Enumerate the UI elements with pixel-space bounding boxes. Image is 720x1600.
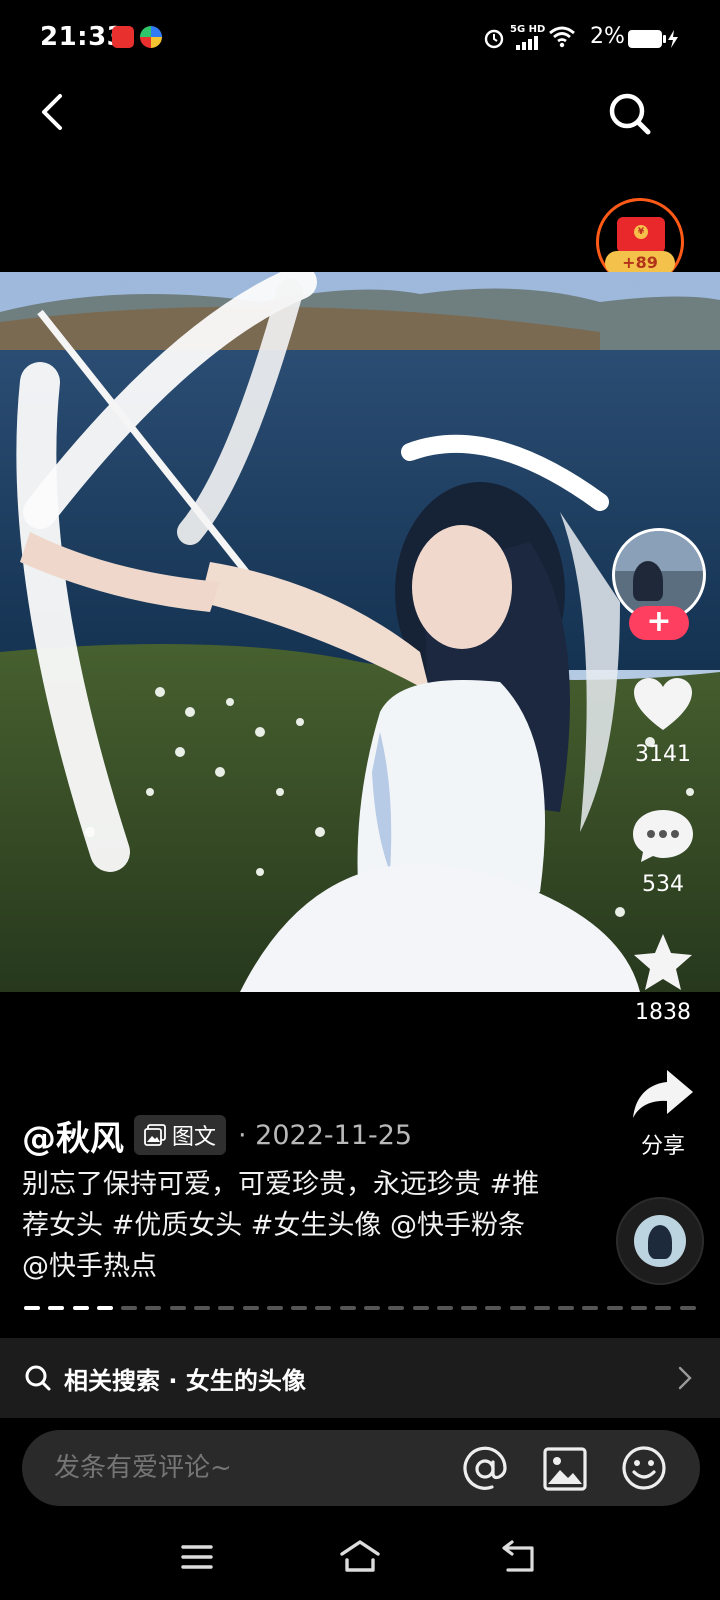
page-indicator-segment [388, 1306, 405, 1310]
page-indicator-segment [558, 1306, 575, 1310]
post-caption[interactable]: 别忘了保持可爱，可爱珍贵，永远珍贵 #推荐女头 #优质女头 #女生头像 @快手粉… [22, 1164, 542, 1287]
related-search-text: 相关搜索 · 女生的头像 [64, 1366, 306, 1395]
page-indicator-segment [509, 1306, 526, 1310]
page-indicator-segment [461, 1306, 478, 1310]
page-indicator-segment [193, 1306, 210, 1310]
notification-app-icon [112, 26, 134, 48]
share-arrow-icon [633, 1070, 693, 1118]
page-indicator-segment [48, 1306, 65, 1310]
page-indicator-segment [169, 1306, 186, 1310]
post-meta: @秋风 图文 · 2022-11-25 [22, 1110, 602, 1160]
search-button[interactable] [604, 88, 656, 140]
like-count: 3141 [635, 742, 691, 767]
page-indicator-segment [631, 1306, 648, 1310]
like-button[interactable]: 3141 [618, 676, 708, 767]
page-indicator-segment [436, 1306, 453, 1310]
wifi-icon [549, 26, 575, 48]
redpacket-icon: ¥ [617, 217, 665, 253]
page-indicator-segment [315, 1306, 332, 1310]
page-indicator-segment [218, 1306, 235, 1310]
comment-bar [22, 1430, 700, 1506]
author-name[interactable]: @秋风 [22, 1111, 124, 1160]
page-indicator-segment [339, 1306, 356, 1310]
post-type-label: 图文 [172, 1125, 217, 1150]
image-page-indicator [24, 1306, 696, 1312]
page-indicator-segment [363, 1306, 380, 1310]
chevron-right-icon [678, 1366, 692, 1390]
comment-button[interactable]: 534 [618, 806, 708, 897]
home-icon[interactable] [338, 1538, 382, 1574]
page-indicator-segment [655, 1306, 672, 1310]
comment-count: 534 [642, 872, 684, 897]
search-icon [25, 1365, 51, 1391]
status-bar: 21:33 5G HD 2% [0, 0, 720, 78]
star-icon [634, 934, 692, 990]
system-nav-bar [0, 1520, 720, 1600]
comment-icon [633, 810, 693, 862]
comment-input[interactable] [54, 1430, 414, 1506]
menu-icon[interactable] [180, 1542, 214, 1572]
share-label: 分享 [640, 1134, 685, 1159]
collect-count: 1838 [635, 1000, 691, 1025]
post-type-badge: 图文 [134, 1115, 227, 1155]
image-picker-icon[interactable] [542, 1446, 588, 1492]
alarm-icon [484, 29, 504, 49]
page-indicator-segment [242, 1306, 259, 1310]
page-indicator-segment [266, 1306, 283, 1310]
back-button[interactable] [30, 88, 78, 136]
page-indicator-segment [24, 1306, 40, 1310]
battery-icon [628, 30, 678, 48]
page-indicator-segment [96, 1306, 113, 1310]
signal-icon [516, 36, 538, 50]
at-mention-icon[interactable] [462, 1446, 508, 1492]
page-indicator-segment [582, 1306, 599, 1310]
post-photo[interactable] [0, 272, 720, 992]
image-icon [144, 1124, 166, 1146]
page-indicator-segment [485, 1306, 502, 1310]
page-indicator-segment [412, 1306, 429, 1310]
page-indicator-segment [606, 1306, 623, 1310]
page-indicator-segment [72, 1306, 89, 1310]
network-label: 5G HD [510, 24, 546, 35]
collect-button[interactable]: 1838 [618, 932, 708, 1025]
page-indicator-segment [121, 1306, 138, 1310]
post-date: · 2022-11-25 [238, 1119, 413, 1151]
share-button[interactable]: 分享 [618, 1068, 708, 1160]
page-indicator-segment [145, 1306, 162, 1310]
battery-percent: 2% [590, 24, 625, 49]
back-icon[interactable] [500, 1538, 540, 1574]
follow-button[interactable]: + [629, 606, 689, 640]
related-search-bar[interactable]: 相关搜索 · 女生的头像 [0, 1338, 720, 1418]
music-disc[interactable] [616, 1197, 704, 1285]
notification-app-icon [140, 26, 162, 48]
page-indicator-segment [533, 1306, 550, 1310]
page-indicator-segment [679, 1306, 696, 1310]
emoji-icon[interactable] [620, 1444, 668, 1492]
music-cover [634, 1215, 686, 1267]
heart-icon [634, 678, 692, 730]
page-indicator-segment [291, 1306, 308, 1310]
